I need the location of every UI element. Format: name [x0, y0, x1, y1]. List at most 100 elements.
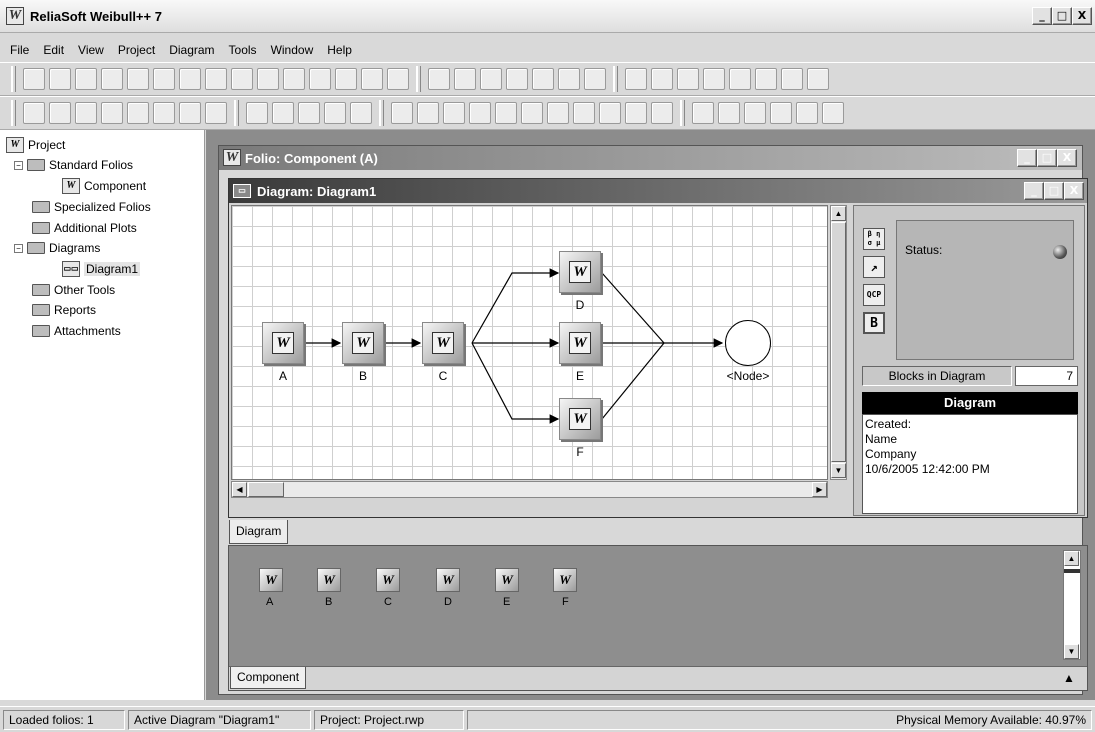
chart-icon[interactable] [506, 68, 528, 90]
collapse-pane-icon[interactable]: ▲ [1063, 671, 1075, 685]
tree-item-additional-plots[interactable]: Additional Plots [32, 219, 137, 237]
toolbar-grip[interactable] [11, 66, 16, 92]
diagram-block-a[interactable]: W [262, 322, 304, 364]
page-setup-icon[interactable] [153, 68, 175, 90]
menu-diagram[interactable]: Diagram [169, 40, 214, 60]
scroll-thumb[interactable] [248, 482, 284, 497]
area-chart-icon[interactable] [677, 68, 699, 90]
menu-edit[interactable]: Edit [43, 40, 64, 60]
diagram-block-b[interactable]: W [342, 322, 384, 364]
print-icon[interactable] [101, 68, 123, 90]
tab-diagram[interactable]: Diagram [229, 520, 289, 544]
tree-item-component[interactable]: W Component [62, 177, 146, 195]
parameters-icon[interactable]: β η σ μ [863, 228, 885, 250]
image-icon[interactable] [599, 102, 621, 124]
delete-rows-icon[interactable] [298, 102, 320, 124]
tools-icon[interactable] [480, 68, 502, 90]
transfer-icon[interactable] [651, 102, 673, 124]
save-icon[interactable] [75, 68, 97, 90]
scroll-right-icon[interactable]: ▶ [812, 482, 827, 497]
print-preview-icon[interactable] [127, 68, 149, 90]
folio-maximize-button[interactable]: □ [1037, 149, 1057, 167]
menu-file[interactable]: File [10, 40, 29, 60]
component-item-b-icon[interactable]: W [317, 568, 341, 592]
wizard-icon[interactable] [469, 102, 491, 124]
scroll-down-icon[interactable]: ▼ [1064, 644, 1079, 659]
menu-window[interactable]: Window [271, 40, 314, 60]
diagram-minimize-button[interactable]: _ [1024, 182, 1044, 200]
tree-item-project[interactable]: W Project [6, 136, 65, 154]
find-icon[interactable] [335, 68, 357, 90]
filter-icon[interactable] [521, 102, 543, 124]
scroll-down-icon[interactable]: ▼ [831, 463, 846, 478]
merge-icon[interactable] [153, 102, 175, 124]
grid-lines-icon[interactable] [625, 102, 647, 124]
component-item-f-icon[interactable]: W [553, 568, 577, 592]
qcp-icon[interactable] [443, 102, 465, 124]
diagram-maximize-button[interactable]: □ [1044, 182, 1064, 200]
diagram-block-c[interactable]: W [422, 322, 464, 364]
app-maximize-button[interactable]: □ [1052, 7, 1072, 25]
menu-view[interactable]: View [78, 40, 104, 60]
3d-plot-icon[interactable] [703, 68, 725, 90]
scroll-thumb[interactable] [831, 222, 846, 462]
sheet-icon[interactable] [350, 102, 372, 124]
scroll-up-icon[interactable]: ▲ [1064, 551, 1079, 566]
scroll-thumb[interactable] [1064, 569, 1080, 573]
component-item-c-icon[interactable]: W [376, 568, 400, 592]
plot-icon[interactable] [417, 102, 439, 124]
component-vertical-scrollbar[interactable]: ▲ ▼ [1063, 550, 1081, 660]
component-item-e-icon[interactable]: W [495, 568, 519, 592]
cut-icon[interactable] [231, 68, 253, 90]
formula-icon[interactable] [651, 68, 673, 90]
fill-color-icon[interactable] [49, 102, 71, 124]
diamond-icon[interactable] [495, 102, 517, 124]
diagram-node[interactable] [725, 320, 771, 366]
folio-minimize-button[interactable]: _ [1017, 149, 1037, 167]
qcp-icon[interactable]: QCP [863, 284, 885, 306]
app-minimize-button[interactable]: _ [1032, 7, 1052, 25]
diagram-vertical-scrollbar[interactable]: ▲ ▼ [830, 205, 847, 480]
sort-descending-icon[interactable] [796, 102, 818, 124]
report-icon[interactable] [547, 102, 569, 124]
tree-item-other-tools[interactable]: Other Tools [32, 281, 115, 299]
collapse-icon[interactable]: − [14, 243, 23, 253]
table-icon[interactable] [387, 68, 409, 90]
paste-icon[interactable] [283, 68, 305, 90]
sum-icon[interactable] [781, 68, 803, 90]
clear-icon[interactable] [324, 102, 346, 124]
tree-item-specialized-folios[interactable]: Specialized Folios [32, 198, 151, 216]
toolbar-grip[interactable] [379, 100, 384, 126]
batch-icon[interactable] [573, 102, 595, 124]
font-color-icon[interactable] [23, 102, 45, 124]
toolbar-grip[interactable] [234, 100, 239, 126]
edit-icon[interactable] [205, 68, 227, 90]
app-close-button[interactable]: X [1072, 7, 1092, 25]
arrow-right-icon[interactable] [729, 68, 751, 90]
menu-project[interactable]: Project [118, 40, 155, 60]
component-item-d-icon[interactable]: W [436, 568, 460, 592]
matrix-icon[interactable] [584, 68, 606, 90]
open-folder-icon[interactable] [49, 68, 71, 90]
align-center-icon[interactable] [101, 102, 123, 124]
diagram-titlebar[interactable]: ▭ Diagram: Diagram1 _ □ X [229, 179, 1087, 203]
folio-close-button[interactable]: X [1057, 149, 1077, 167]
insert-rows-icon[interactable] [246, 102, 268, 124]
tree-item-attachments[interactable]: Attachments [32, 322, 121, 340]
diagram-canvas[interactable]: W A W B W C W D W E W F <Node> [231, 205, 828, 480]
menu-tools[interactable]: Tools [229, 40, 257, 60]
drt-icon[interactable] [755, 68, 777, 90]
grid-icon[interactable] [532, 68, 554, 90]
decimal-icon[interactable] [205, 102, 227, 124]
align-left-icon[interactable] [75, 102, 97, 124]
plot-icon[interactable] [428, 68, 450, 90]
scroll-up-icon[interactable]: ▲ [831, 206, 846, 221]
replace-icon[interactable] [361, 68, 383, 90]
sort-ascending-icon[interactable] [770, 102, 792, 124]
undo-icon[interactable] [309, 68, 331, 90]
new-project-icon[interactable] [23, 68, 45, 90]
toolbar-grip[interactable] [416, 66, 421, 92]
help-icon[interactable] [807, 68, 829, 90]
component-item-a-icon[interactable]: W [259, 568, 283, 592]
spell-check-icon[interactable] [179, 68, 201, 90]
